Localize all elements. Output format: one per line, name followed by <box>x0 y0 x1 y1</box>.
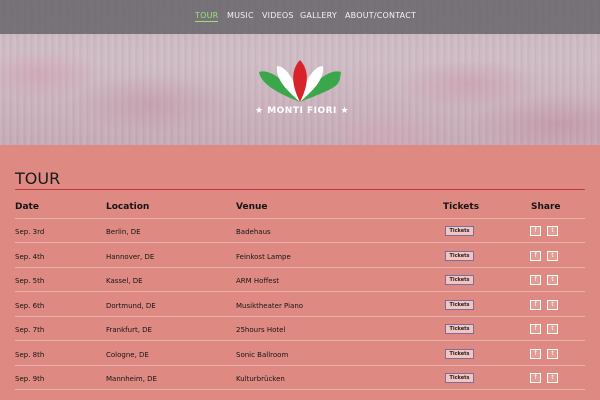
row-venue: ARM Hoffest <box>236 277 279 285</box>
row-divider <box>15 389 585 390</box>
row-venue: Musiktheater Piano <box>236 302 304 310</box>
row-date: Sep. 8th <box>15 351 45 359</box>
facebook-icon[interactable]: f <box>530 251 541 261</box>
page-title: TOUR <box>15 169 61 188</box>
header-venue: Venue <box>236 202 268 212</box>
facebook-icon[interactable]: f <box>530 275 541 285</box>
tickets-button[interactable]: Tickets <box>445 373 474 383</box>
tickets-button[interactable]: Tickets <box>445 251 474 261</box>
twitter-icon[interactable]: t <box>547 300 558 310</box>
monti-fiori-logo[interactable]: ★ MONTI FIORI ★ <box>255 58 350 122</box>
row-date: Sep. 3rd <box>15 228 45 236</box>
table-row: Sep. 4th Hannover, DE Feinkost Lampe Tic… <box>15 244 585 268</box>
top-nav-bar: TOUR MUSIC VIDEOS GALLERY ABOUT/CONTACT <box>0 0 600 34</box>
twitter-icon[interactable]: t <box>547 349 558 359</box>
tickets-button[interactable]: Tickets <box>445 324 474 334</box>
header-tickets: Tickets <box>443 202 480 212</box>
table-row: Sep. 3rd Berlin, DE Badehaus Tickets f t <box>15 219 585 243</box>
row-divider <box>15 242 585 243</box>
twitter-icon[interactable]: t <box>547 275 558 285</box>
main-nav: TOUR MUSIC VIDEOS GALLERY ABOUT/CONTACT <box>0 11 600 27</box>
row-location: Dortmund, DE <box>106 302 156 310</box>
row-location: Berlin, DE <box>106 228 141 236</box>
table-row: Sep. 7th Frankfurt, DE 25hours Hotel Tic… <box>15 317 585 341</box>
table-row: Sep. 5th Kassel, DE ARM Hoffest Tickets … <box>15 268 585 292</box>
tickets-button[interactable]: Tickets <box>445 226 474 236</box>
twitter-icon[interactable]: t <box>547 226 558 236</box>
row-venue: Feinkost Lampe <box>236 253 291 261</box>
header-date: Date <box>15 202 39 212</box>
row-date: Sep. 9th <box>15 375 45 383</box>
row-location: Frankfurt, DE <box>106 326 152 334</box>
row-location: Cologne, DE <box>106 351 149 359</box>
row-date: Sep. 6th <box>15 302 45 310</box>
facebook-icon[interactable]: f <box>530 300 541 310</box>
twitter-icon[interactable]: t <box>547 251 558 261</box>
facebook-icon[interactable]: f <box>530 226 541 236</box>
nav-item-tour[interactable]: TOUR <box>195 11 219 22</box>
row-location: Kassel, DE <box>106 277 143 285</box>
row-venue: Sonic Ballroom <box>236 351 289 359</box>
row-date: Sep. 4th <box>15 253 45 261</box>
header-share: Share <box>531 202 561 212</box>
nav-item-music[interactable]: MUSIC <box>227 11 254 20</box>
nav-item-videos[interactable]: VIDEOS <box>262 11 294 20</box>
peacock-flower-icon <box>259 60 341 102</box>
facebook-icon[interactable]: f <box>530 349 541 359</box>
table-row: Sep. 6th Dortmund, DE Musiktheater Piano… <box>15 293 585 317</box>
hero-banner: TOUR MUSIC VIDEOS GALLERY ABOUT/CONTACT … <box>0 0 600 145</box>
nav-item-about-contact[interactable]: ABOUT/CONTACT <box>345 11 416 20</box>
row-venue: 25hours Hotel <box>236 326 286 334</box>
row-date: Sep. 7th <box>15 326 45 334</box>
row-venue: Badehaus <box>236 228 271 236</box>
tickets-button[interactable]: Tickets <box>445 275 474 285</box>
title-divider <box>15 189 585 190</box>
nav-item-gallery[interactable]: GALLERY <box>300 11 337 20</box>
table-row: Sep. 9th Mannheim, DE Kulturbrücken Tick… <box>15 366 585 390</box>
row-divider <box>15 291 585 292</box>
twitter-icon[interactable]: t <box>547 373 558 383</box>
logo-wordmark: ★ MONTI FIORI ★ <box>255 106 350 116</box>
twitter-icon[interactable]: t <box>547 324 558 334</box>
row-date: Sep. 5th <box>15 277 45 285</box>
row-location: Hannover, DE <box>106 253 155 261</box>
facebook-icon[interactable]: f <box>530 373 541 383</box>
facebook-icon[interactable]: f <box>530 324 541 334</box>
table-row: Sep. 8th Cologne, DE Sonic Ballroom Tick… <box>15 342 585 366</box>
row-divider <box>15 340 585 341</box>
header-location: Location <box>106 202 150 212</box>
row-venue: Kulturbrücken <box>236 375 285 383</box>
row-location: Mannheim, DE <box>106 375 157 383</box>
tickets-button[interactable]: Tickets <box>445 300 474 310</box>
tickets-button[interactable]: Tickets <box>445 349 474 359</box>
